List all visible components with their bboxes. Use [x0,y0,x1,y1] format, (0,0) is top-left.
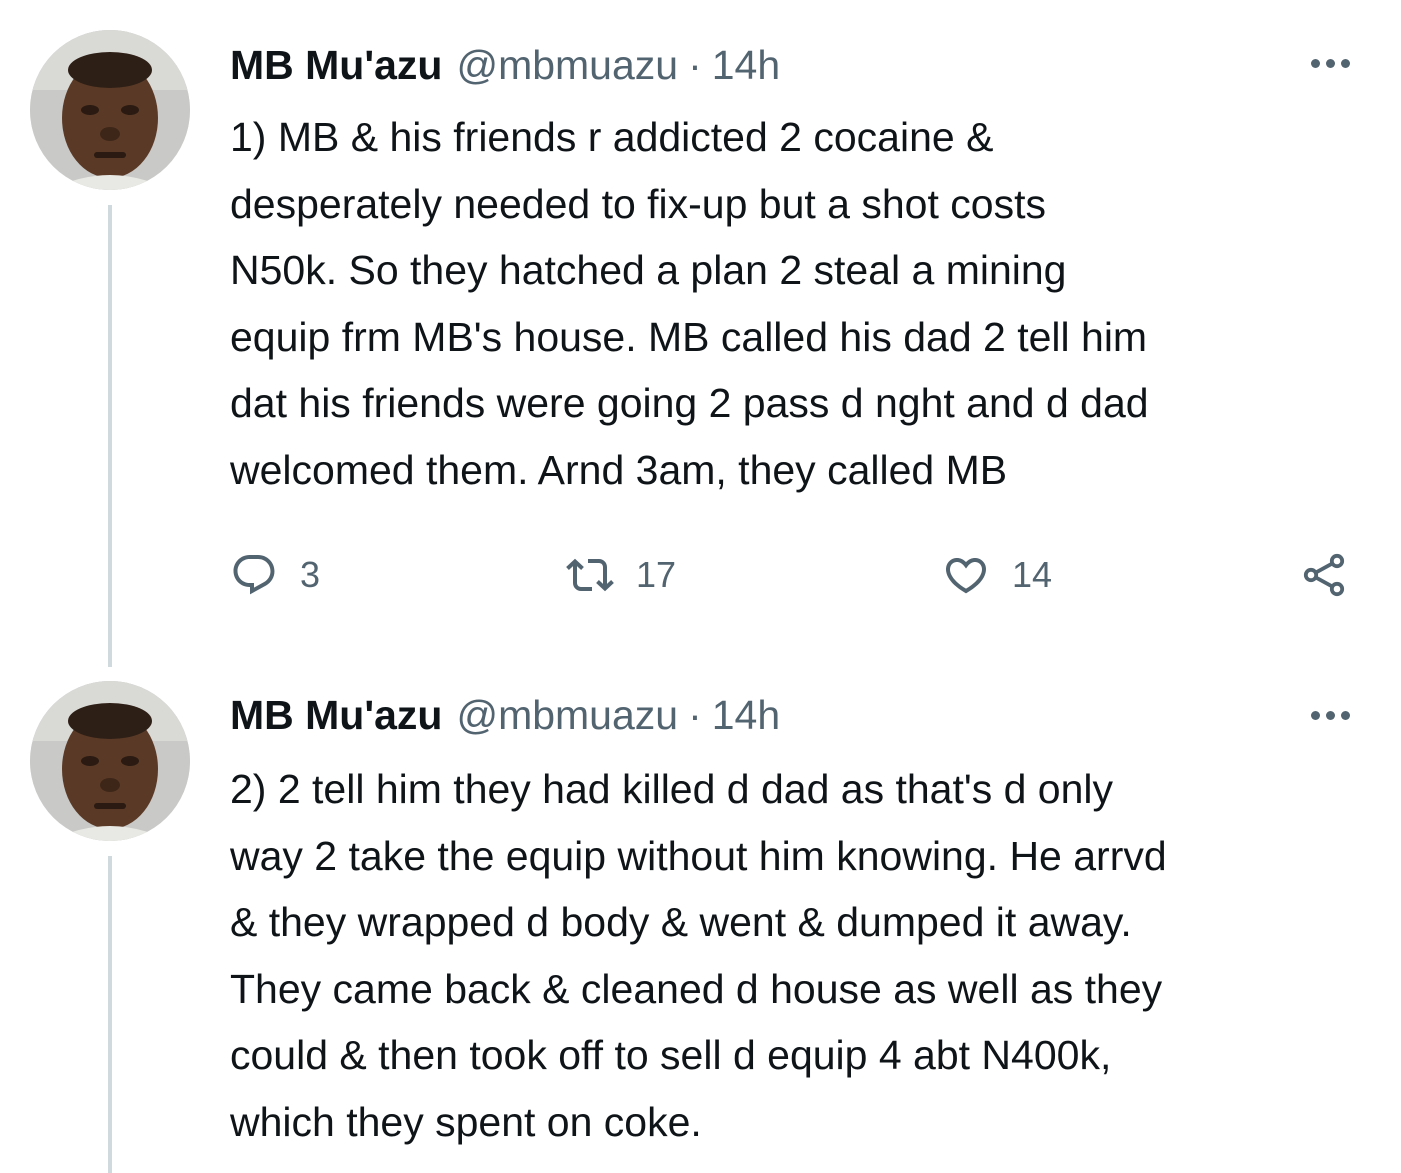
more-options-icon [1340,58,1350,68]
reply-icon [233,555,275,595]
tweet-actions: 3 17 14 [230,545,1370,605]
retweet-count: 17 [636,554,677,595]
tweet-text: 2) 2 tell him they had killed d dad as t… [230,766,1167,1145]
thread-line [108,856,112,1173]
author-name[interactable]: MB Mu'azu [230,685,442,745]
more-options-icon [1325,710,1335,720]
tweet-header: MB Mu'azu @mbmuazu · 14h [230,35,780,95]
tweet-header: MB Mu'azu @mbmuazu · 14h [230,685,780,745]
avatar[interactable] [30,681,190,841]
heart-icon [945,558,987,594]
author-handle[interactable]: @mbmuazu [456,35,678,95]
share-icon [1303,553,1345,597]
avatar[interactable] [30,30,190,190]
more-options-button[interactable] [1300,48,1360,78]
timestamp[interactable]: 14h [712,35,780,95]
retweet-icon [566,558,614,592]
more-options-icon [1340,710,1350,720]
thread-line [108,205,112,667]
more-options-button[interactable] [1300,700,1360,730]
author-name[interactable]: MB Mu'azu [230,35,442,95]
like-button[interactable]: 14 [942,545,1052,605]
avatar-image [30,681,190,841]
tweet[interactable]: MB Mu'azu @mbmuazu · 14h 1) MB & his fri… [0,0,1401,668]
separator-dot: · [688,42,702,88]
avatar-image [30,30,190,190]
tweet-text: 1) MB & his friends r addicted 2 cocaine… [230,114,1149,493]
share-button[interactable] [1300,545,1348,605]
timestamp[interactable]: 14h [712,685,780,745]
reply-count: 3 [300,554,321,595]
reply-button[interactable]: 3 [230,545,320,605]
more-options-icon [1310,710,1320,720]
more-options-icon [1325,58,1335,68]
retweet-button[interactable]: 17 [566,545,676,605]
more-options-icon [1310,58,1320,68]
author-handle[interactable]: @mbmuazu [456,685,678,745]
like-count: 14 [1012,554,1053,595]
separator-dot: · [688,692,702,738]
tweet[interactable]: MB Mu'azu @mbmuazu · 14h 2) 2 tell him t… [0,668,1401,1173]
